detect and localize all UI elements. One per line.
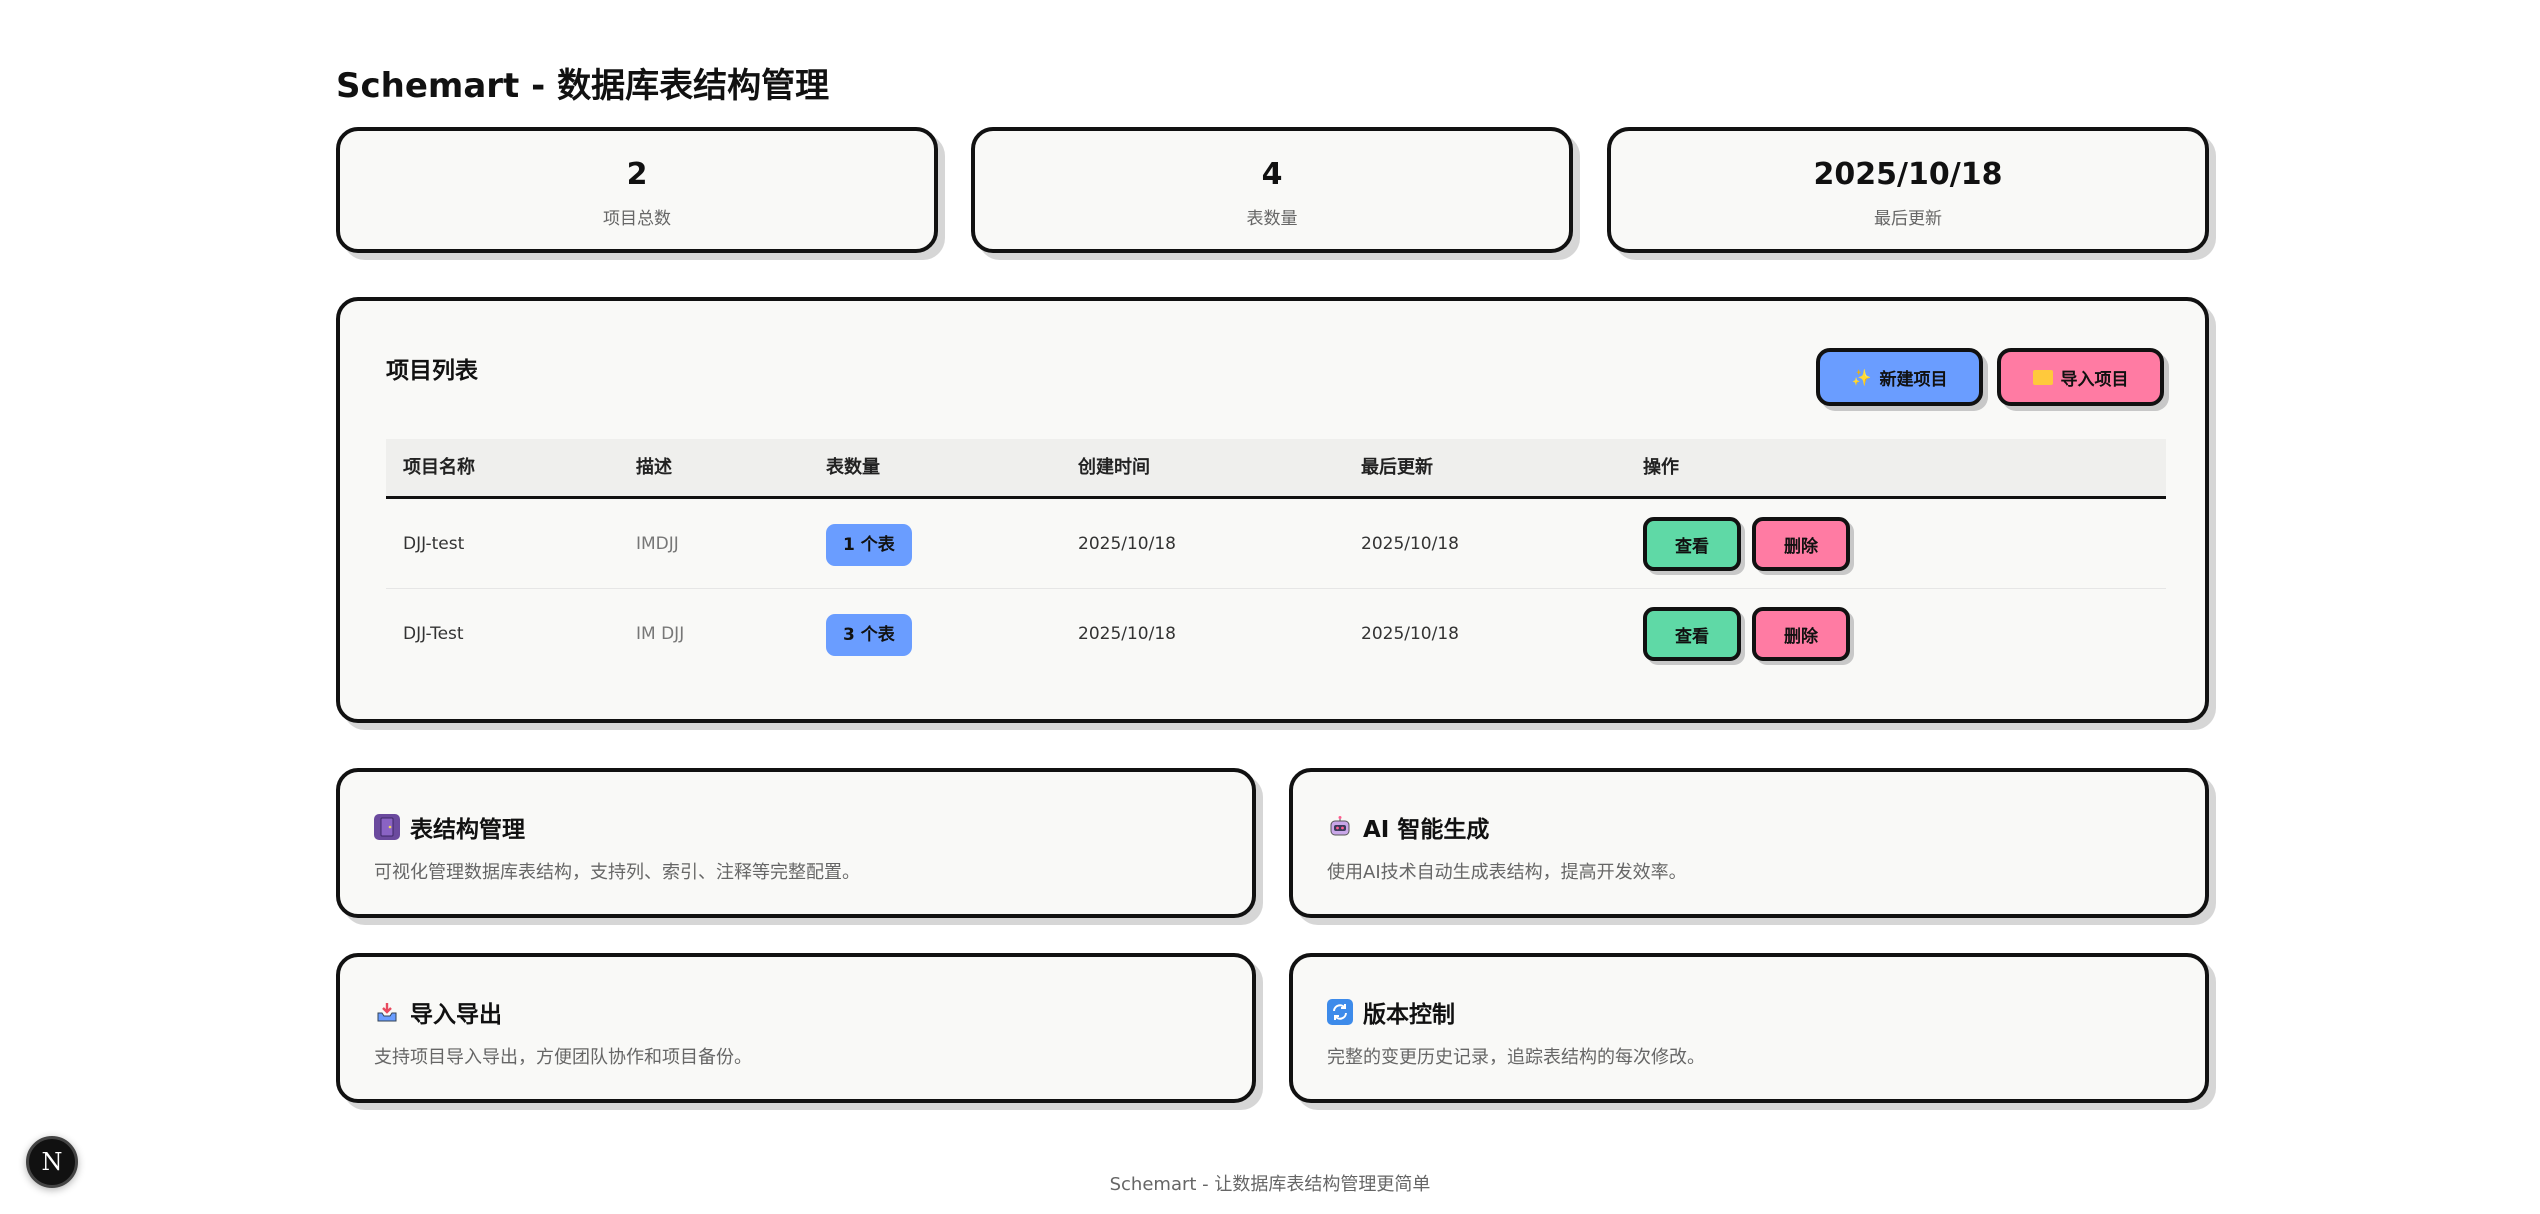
column-header-table-count: 表数量 — [826, 457, 880, 478]
updated-date: 2025/10/18 — [1361, 624, 1459, 644]
created-date: 2025/10/18 — [1078, 624, 1176, 644]
stat-label: 表数量 — [1246, 209, 1298, 229]
robot-icon — [1327, 814, 1353, 840]
view-button[interactable]: 查看 — [1643, 607, 1741, 661]
feature-description: 完整的变更历史记录，追踪表结构的每次修改。 — [1327, 1047, 1705, 1068]
project-description: IM DJJ — [636, 624, 685, 644]
stat-label: 最后更新 — [1874, 209, 1942, 229]
stat-card-projects: 2 项目总数 — [336, 127, 938, 253]
table-count-badge: 3 个表 — [826, 614, 912, 656]
feature-description: 可视化管理数据库表结构，支持列、索引、注释等完整配置。 — [374, 862, 860, 883]
table-count-badge: 1 个表 — [826, 524, 912, 566]
import-project-label: 导入项目 — [2060, 369, 2129, 390]
feature-card-version-control: 版本控制 完整的变更历史记录，追踪表结构的每次修改。 — [1289, 953, 2209, 1103]
feature-description: 支持项目导入导出，方便团队协作和项目备份。 — [374, 1047, 752, 1068]
delete-button[interactable]: 删除 — [1752, 607, 1850, 661]
table-header: 项目名称 描述 表数量 创建时间 最后更新 操作 — [386, 439, 2166, 499]
table-row: DJJ-Test IM DJJ 3 个表 2025/10/18 2025/10/… — [386, 589, 2166, 679]
feature-title-text: 导入导出 — [410, 1002, 502, 1028]
feature-title: 导入导出 — [374, 995, 502, 1029]
column-header-name: 项目名称 — [403, 457, 475, 478]
sparkles-icon: ✨ — [1851, 367, 1872, 387]
view-button[interactable]: 查看 — [1643, 517, 1741, 571]
new-project-button[interactable]: ✨ 新建项目 — [1816, 348, 1983, 406]
project-name: DJJ-Test — [403, 624, 464, 644]
import-project-button[interactable]: 导入项目 — [1997, 348, 2164, 406]
delete-button[interactable]: 删除 — [1752, 517, 1850, 571]
dev-tools-badge[interactable]: N — [26, 1136, 78, 1188]
feature-card-ai: AI 智能生成 使用AI技术自动生成表结构，提高开发效率。 — [1289, 768, 2209, 918]
page-title: Schemart - 数据库表结构管理 — [336, 66, 830, 106]
stat-card-tables: 4 表数量 — [971, 127, 1573, 253]
folder-icon — [2032, 369, 2053, 385]
column-header-description: 描述 — [636, 457, 672, 478]
feature-description: 使用AI技术自动生成表结构，提高开发效率。 — [1327, 862, 1687, 883]
footer: Schemart - 让数据库表结构管理更简单 — [1109, 1174, 1431, 1195]
feature-title-text: 版本控制 — [1363, 1002, 1455, 1028]
updated-date: 2025/10/18 — [1361, 534, 1459, 554]
table-row: DJJ-test IMDJJ 1 个表 2025/10/18 2025/10/1… — [386, 499, 2166, 589]
column-header-actions: 操作 — [1643, 457, 1679, 478]
new-project-label: 新建项目 — [1879, 369, 1948, 390]
feature-card-schema: 表结构管理 可视化管理数据库表结构，支持列、索引、注释等完整配置。 — [336, 768, 1256, 918]
feature-title: 表结构管理 — [374, 810, 525, 844]
project-description: IMDJJ — [636, 534, 679, 554]
project-list-title: 项目列表 — [386, 358, 478, 384]
inbox-tray-icon — [374, 999, 400, 1025]
stat-card-last-updated: 2025/10/18 最后更新 — [1607, 127, 2209, 253]
refresh-icon — [1327, 999, 1353, 1025]
feature-title-text: AI 智能生成 — [1363, 817, 1490, 843]
column-header-created: 创建时间 — [1078, 457, 1150, 478]
column-header-updated: 最后更新 — [1361, 457, 1433, 478]
stat-value: 2 — [626, 157, 648, 192]
feature-title: 版本控制 — [1327, 995, 1455, 1029]
stat-label: 项目总数 — [603, 209, 671, 229]
feature-title-text: 表结构管理 — [410, 817, 525, 843]
stat-value: 2025/10/18 — [1813, 157, 2003, 192]
project-list-card: 项目列表 ✨ 新建项目 导入项目 项目名称 描述 表数量 创建时间 最后更新 操… — [336, 297, 2209, 723]
created-date: 2025/10/18 — [1078, 534, 1176, 554]
project-name: DJJ-test — [403, 534, 465, 554]
stat-value: 4 — [1261, 157, 1283, 192]
feature-card-import-export: 导入导出 支持项目导入导出，方便团队协作和项目备份。 — [336, 953, 1256, 1103]
feature-title: AI 智能生成 — [1327, 810, 1489, 844]
project-table: 项目名称 描述 表数量 创建时间 最后更新 操作 DJJ-test IMDJJ … — [386, 439, 2166, 679]
door-icon — [374, 814, 400, 840]
